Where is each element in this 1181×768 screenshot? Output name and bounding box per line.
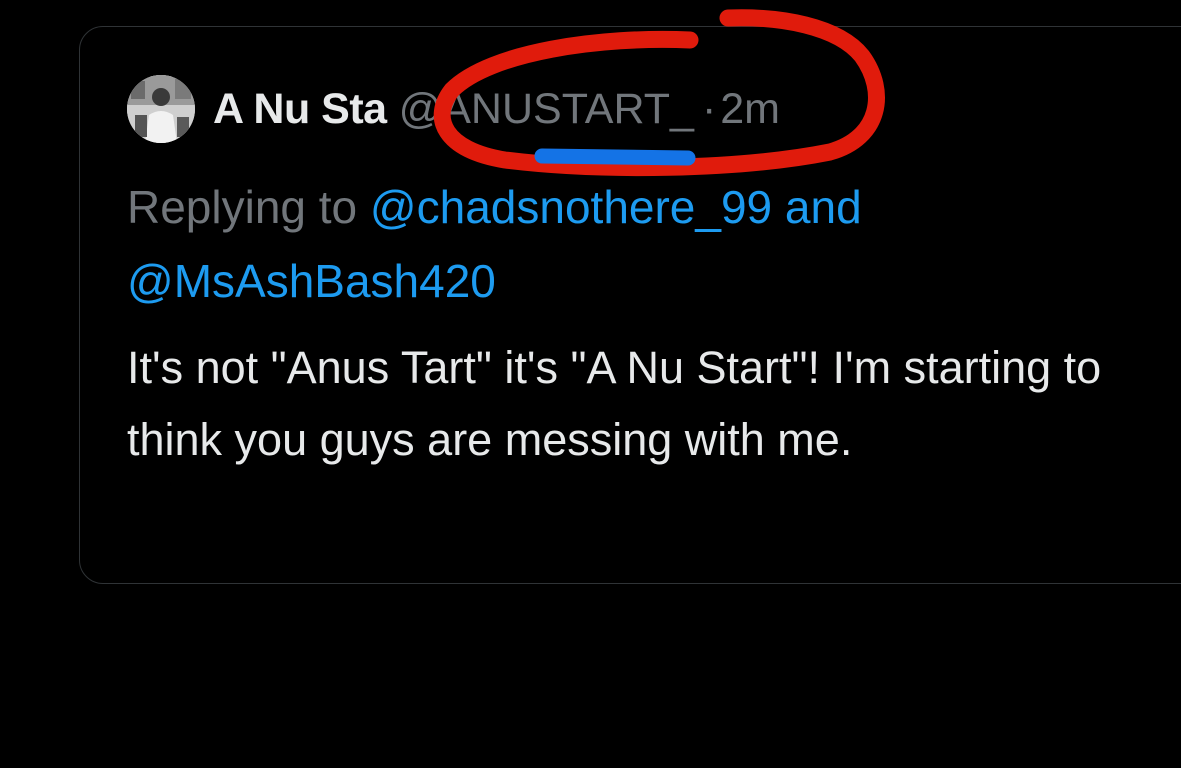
mention-link-1[interactable]: @chadsnothere_99 [370, 181, 772, 233]
mention-link-2[interactable]: @MsAshBash420 [127, 255, 496, 307]
replying-to-label: Replying to [127, 181, 370, 233]
mention-conjunction[interactable]: and [772, 181, 862, 233]
avatar-photo [127, 75, 195, 143]
display-name[interactable]: A Nu Sta [213, 85, 387, 134]
timestamp[interactable]: 2m [720, 85, 780, 134]
tweet-header: A Nu Sta @ANUSTART_ · 2m [127, 72, 780, 146]
user-handle[interactable]: @ANUSTART_ [399, 85, 694, 134]
separator-dot: · [701, 84, 717, 133]
avatar[interactable] [127, 75, 195, 143]
tweet-body-text: It's not "Anus Tart" it's "A Nu Start"! … [127, 342, 1102, 465]
replying-to-line: Replying to @chadsnothere_99 and @MsAshB… [127, 170, 1127, 318]
